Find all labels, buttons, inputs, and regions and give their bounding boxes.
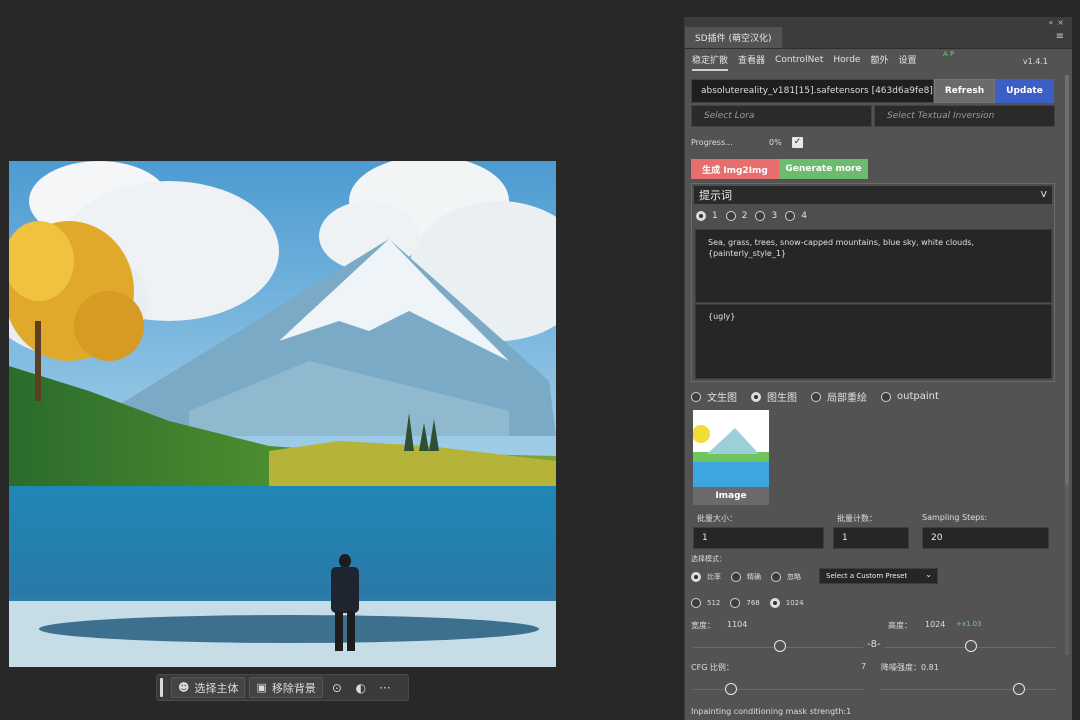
mode-img2img[interactable]: 图生图 [751,389,797,404]
prompt-slot-radios: 1 2 3 4 [696,211,807,221]
crop-icon[interactable]: ⊙ [327,677,347,698]
close-icon[interactable]: × [1057,18,1064,27]
size-512[interactable]: 512 [691,598,720,608]
ratio-option-precise[interactable]: 精确 [731,572,761,582]
textual-inversion-select[interactable]: Select Textual Inversion [874,105,1055,127]
height-value: 1024 [925,620,946,629]
size-768[interactable]: 768 [730,598,760,608]
size-1024[interactable]: 1024 [769,598,804,608]
denoise-slider-knob[interactable] [1013,683,1025,695]
generate-button[interactable]: 生成 Img2Img [691,159,779,179]
adjustment-icon[interactable]: ◐ [351,677,371,698]
contextual-task-bar: ☻ 选择主体 ▣ 移除背景 ⊙ ◐ ··· [156,674,409,701]
width-value: 1104 [727,620,748,629]
prompt-slot-3[interactable]: 3 [755,211,777,221]
size-radios: 512 768 1024 [691,598,804,608]
tab-settings[interactable]: 设置 [898,53,916,71]
tab-viewer[interactable]: 查看器 [738,53,765,71]
tab-extra[interactable]: 额外 [870,53,888,71]
tab-controlnet[interactable]: ControlNet [775,55,823,70]
scrollbar-thumb[interactable] [1065,75,1069,485]
positive-prompt-textarea[interactable]: Sea, grass, trees, snow-capped mountains… [695,229,1052,303]
ratio-radios: 比率 精确 忽略 [691,572,801,582]
cfg-slider-track[interactable] [693,689,863,690]
prompt-slot-1[interactable]: 1 [696,211,718,221]
tab-stable-diffusion[interactable]: 稳定扩散 [692,53,729,71]
image-icon: ▣ [256,681,267,694]
scale-note: +x1.03 [956,620,982,628]
width-slider-knob[interactable] [774,640,786,652]
init-image-thumbnail[interactable]: Image [693,410,769,505]
prompt-header[interactable]: 提示词 v [694,186,1052,204]
mode-radios: 文生图 图生图 局部重绘 outpaint [691,389,939,404]
model-select[interactable]: absolutereality_v181[15].safetensors [46… [691,79,934,103]
chevron-down-icon: ⌄ [925,570,932,579]
prompt-slot-2[interactable]: 2 [725,211,747,221]
select-mode-label: 选择模式： [691,555,726,563]
remove-background-button[interactable]: ▣ 移除背景 [249,677,323,698]
custom-preset-select[interactable]: Select a Custom Preset ⌄ [819,568,938,584]
mode-txt2img[interactable]: 文生图 [691,389,737,404]
refresh-button[interactable]: Refresh [934,79,995,103]
cfg-label: CFG 比例： [691,663,734,672]
tab-horde[interactable]: Horde [833,55,860,70]
mode-inpaint[interactable]: 局部重绘 [811,389,867,404]
prompt-slot-4[interactable]: 4 [785,211,807,221]
progress-label: Progress... [691,138,733,147]
progress-row: Progress... 0% ✓ [691,137,891,150]
version-label: v1.4.1 [1022,57,1048,66]
chevron-down-icon[interactable]: v [1040,187,1047,200]
panel-title[interactable]: SD插件 (萌空汉化) [685,27,782,48]
denoise-label: 降噪强度：0.81 [881,663,939,672]
progress-checkbox[interactable]: ✓ [792,137,803,148]
prompt-section: 提示词 v 1 2 3 4 Sea, grass, trees, snow-ca… [691,183,1055,382]
ratio-option-ratio[interactable]: 比率 [691,572,721,582]
update-button[interactable]: Update [995,79,1054,103]
image-label: Image [715,491,747,501]
collapse-icon[interactable]: « [1048,18,1053,27]
batch-count-label: 批量计数： [837,514,877,523]
ratio-option-ignore[interactable]: 忽略 [771,572,801,582]
height-slider-knob[interactable] [965,640,977,652]
plugin-tabs: 稳定扩散 查看器 ControlNet Horde 额外 设置 A P v1.4… [685,50,1072,73]
tab-badge: A P [943,50,955,58]
canvas-image[interactable] [9,161,556,667]
mask-strength-label: Inpainting conditioning mask strength:1 [691,707,852,716]
mode-outpaint[interactable]: outpaint [881,391,939,402]
negative-prompt-textarea[interactable]: {ugly} [695,304,1052,379]
denoise-slider-track[interactable] [881,689,1055,690]
sampling-steps-label: Sampling Steps: [922,513,988,522]
select-subject-button[interactable]: ☻ 选择主体 [171,677,246,698]
more-icon[interactable]: ··· [375,677,395,698]
cfg-value: 7 [861,662,867,671]
generate-more-button[interactable]: Generate more [779,159,868,179]
sd-plugin-panel: « × SD插件 (萌空汉化) ≡ 稳定扩散 查看器 ControlNet Ho… [684,17,1072,720]
sampling-steps-input[interactable]: 20 [922,527,1049,549]
hamburger-menu-icon[interactable]: ≡ [1056,32,1064,42]
cfg-slider-knob[interactable] [725,683,737,695]
person-icon: ☻ [178,681,190,694]
progress-value: 0% [769,138,782,147]
batch-size-label: 批量大小： [697,514,737,523]
batch-size-input[interactable]: 1 [693,527,824,549]
drag-handle[interactable] [160,678,163,697]
height-label: 高度： [888,621,912,630]
batch-count-input[interactable]: 1 [833,527,909,549]
lora-select[interactable]: Select Lora [691,105,872,127]
width-label: 宽度： [691,621,715,630]
link-icon[interactable]: -8- [867,639,881,650]
